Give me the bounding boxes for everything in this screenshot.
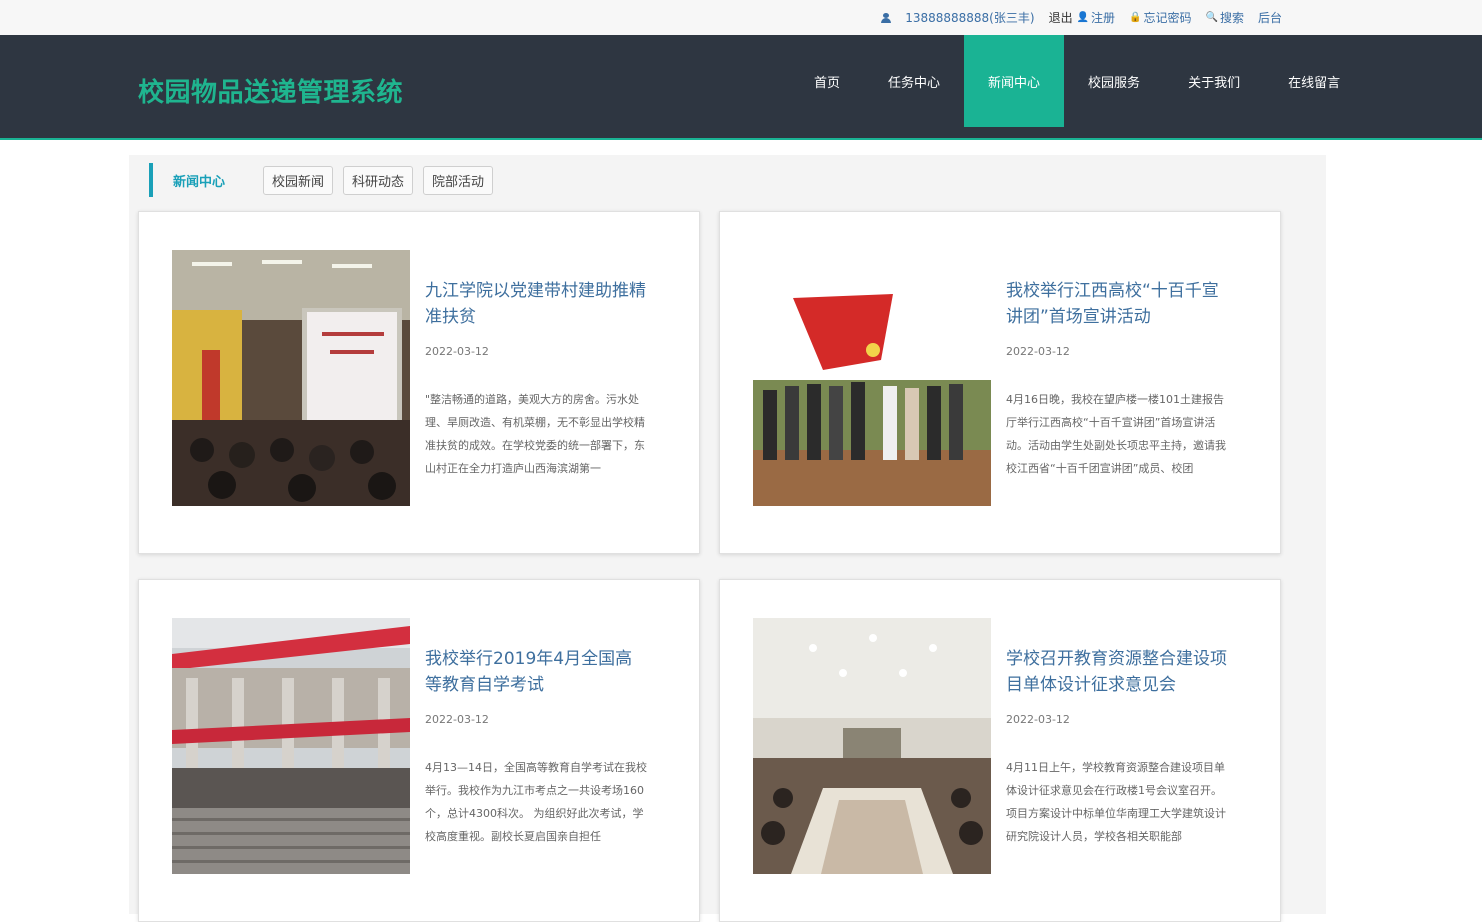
news-thumbnail-lecture-hall[interactable] <box>172 250 410 506</box>
section-title: 新闻中心 <box>173 174 226 190</box>
admin-link[interactable]: 后台 <box>1258 9 1282 26</box>
user-links: 13888888888(张三丰) 退出 👤 注册 🔒 忘记密码 🔍 搜索 后台 <box>881 0 1282 35</box>
main-nav: 首页 任务中心 新闻中心 校园服务 关于我们 在线留言 <box>790 35 1364 127</box>
news-title[interactable]: 九江学院以党建带村建助推精准扶贫 <box>425 278 647 330</box>
news-date: 2022-03-12 <box>425 345 489 358</box>
news-thumbnail-exam-building[interactable] <box>172 618 410 874</box>
site-brand[interactable]: 校园物品送递管理系统 <box>138 72 403 109</box>
news-card[interactable]: 九江学院以党建带村建助推精准扶贫 2022-03-12 "整洁畅通的道路，美观大… <box>138 211 700 554</box>
logout-link[interactable]: 退出 <box>1049 9 1073 26</box>
news-title[interactable]: 学校召开教育资源整合建设项目单体设计征求意见会 <box>1006 646 1228 698</box>
forgot-password-label: 忘记密码 <box>1143 11 1192 25</box>
news-card[interactable]: 我校举行江西高校“十百千宣讲团”首场宣讲活动 2022-03-12 4月16日晚… <box>719 211 1281 554</box>
site-header: 校园物品送递管理系统 首页 任务中心 新闻中心 校园服务 关于我们 在线留言 <box>0 35 1482 140</box>
news-summary: 4月13—14日，全国高等教育自学考试在我校举行。我校作为九江市考点之一共设考场… <box>425 761 647 843</box>
news-date: 2022-03-12 <box>1006 345 1070 358</box>
register-label: 注册 <box>1091 11 1116 25</box>
news-summary: 4月16日晚，我校在望庐楼一楼101土建报告厅举行江西高校“十百千宣讲团”首场宣… <box>1006 393 1226 475</box>
news-date: 2022-03-12 <box>425 713 489 726</box>
news-title[interactable]: 我校举行2019年4月全国高等教育自学考试 <box>425 646 647 698</box>
news-panel: 新闻中心 校园新闻 科研动态 院部活动 九江学院以党建带村建助推精准扶贫 202… <box>129 155 1326 922</box>
lock-icon: 🔒 <box>1129 12 1142 23</box>
search-icon: 🔍 <box>1205 12 1218 23</box>
user-plus-icon: 👤 <box>1076 12 1090 23</box>
section-accent-bar <box>149 163 153 197</box>
forgot-password-link[interactable]: 🔒 忘记密码 <box>1129 9 1191 26</box>
nav-item-news[interactable]: 新闻中心 <box>964 35 1065 127</box>
tag-campus-news[interactable]: 校园新闻 <box>263 165 334 195</box>
tag-research-news[interactable]: 科研动态 <box>343 165 414 195</box>
user-icon <box>881 12 892 23</box>
news-summary: "整洁畅通的道路，美观大方的房舍。污水处理、旱厕改造、有机菜棚，无不彰显出学校精… <box>425 393 645 475</box>
news-subnav: 新闻中心 校园新闻 科研动态 院部活动 <box>149 163 503 197</box>
news-title[interactable]: 我校举行江西高校“十百千宣讲团”首场宣讲活动 <box>1006 278 1228 330</box>
search-label: 搜索 <box>1219 11 1244 25</box>
news-thumbnail-group-photo[interactable] <box>753 250 991 506</box>
tag-department-activities[interactable]: 院部活动 <box>423 165 494 195</box>
nav-item-about[interactable]: 关于我们 <box>1164 35 1264 127</box>
news-card[interactable]: 学校召开教育资源整合建设项目单体设计征求意见会 2022-03-12 4月11日… <box>719 579 1281 922</box>
nav-item-campus-services[interactable]: 校园服务 <box>1064 35 1164 127</box>
nav-item-messages[interactable]: 在线留言 <box>1264 35 1364 127</box>
search-link[interactable]: 🔍 搜索 <box>1206 9 1244 26</box>
top-utility-bar: 13888888888(张三丰) 退出 👤 注册 🔒 忘记密码 🔍 搜索 后台 <box>0 0 1482 35</box>
news-summary: 4月11日上午，学校教育资源整合建设项目单体设计征求意见会在行政楼1号会议室召开… <box>1006 761 1226 843</box>
nav-item-tasks[interactable]: 任务中心 <box>864 35 964 127</box>
news-thumbnail-meeting-room[interactable] <box>753 618 991 874</box>
user-name: 13888888888(张三丰) <box>905 11 1035 25</box>
news-date: 2022-03-12 <box>1006 713 1070 726</box>
register-link[interactable]: 👤 注册 <box>1077 9 1115 26</box>
news-card[interactable]: 我校举行2019年4月全国高等教育自学考试 2022-03-12 4月13—14… <box>138 579 700 922</box>
user-account-link[interactable]: 13888888888(张三丰) <box>881 9 1035 26</box>
nav-item-home[interactable]: 首页 <box>790 35 864 127</box>
